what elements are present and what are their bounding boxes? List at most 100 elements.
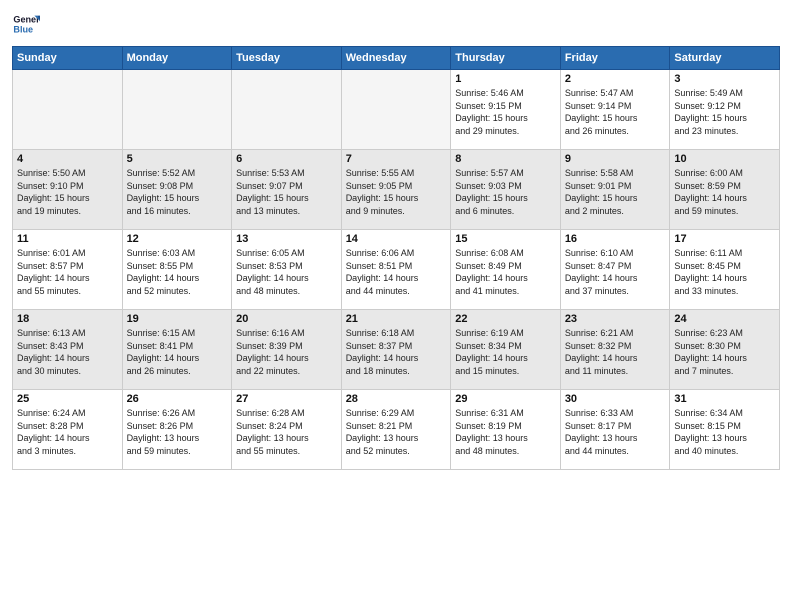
day-number: 10 [674, 153, 775, 165]
day-number: 20 [236, 313, 337, 325]
day-info: Sunrise: 6:06 AM Sunset: 8:51 PM Dayligh… [346, 247, 447, 297]
calendar-cell: 25 Sunrise: 6:24 AM Sunset: 8:28 PM Dayli… [13, 390, 123, 470]
calendar-cell: 16Sunrise: 6:10 AM Sunset: 8:47 PM Dayli… [560, 230, 670, 310]
calendar-cell [341, 70, 451, 150]
calendar-cell: 27 Sunrise: 6:28 AM Sunset: 8:24 PM Dayli… [232, 390, 342, 470]
day-info: Sunrise: 5:55 AM Sunset: 9:05 PM Dayligh… [346, 167, 447, 217]
day-info: Sunrise: 6:11 AM Sunset: 8:45 PM Dayligh… [674, 247, 775, 297]
day-number: 3 [674, 73, 775, 85]
calendar-cell: 3 Sunrise: 5:49 AM Sunset: 9:12 PM Daylig… [670, 70, 780, 150]
day-info: Sunrise: 6:13 AM Sunset: 8:43 PM Dayligh… [17, 327, 118, 377]
calendar-week-row: 4 Sunrise: 5:50 AM Sunset: 9:10 PM Daylig… [13, 150, 780, 230]
day-info: Sunrise: 6:18 AM Sunset: 8:37 PM Dayligh… [346, 327, 447, 377]
day-info: Sunrise: 6:34 AM Sunset: 8:15 PM Dayligh… [674, 407, 775, 457]
calendar-cell: 13 Sunrise: 6:05 AM Sunset: 8:53 PM Dayli… [232, 230, 342, 310]
calendar-cell: 12Sunrise: 6:03 AM Sunset: 8:55 PM Dayli… [122, 230, 232, 310]
day-info: Sunrise: 6:19 AM Sunset: 8:34 PM Dayligh… [455, 327, 556, 377]
calendar-cell: 8 Sunrise: 5:57 AM Sunset: 9:03 PM Daylig… [451, 150, 561, 230]
day-number: 11 [17, 233, 118, 245]
calendar-cell [232, 70, 342, 150]
day-info: Sunrise: 6:29 AM Sunset: 8:21 PM Dayligh… [346, 407, 447, 457]
day-of-week-header: Tuesday [232, 47, 342, 70]
day-number: 8 [455, 153, 556, 165]
day-of-week-header: Saturday [670, 47, 780, 70]
day-info: Sunrise: 6:10 AM Sunset: 8:47 PM Dayligh… [565, 247, 666, 297]
day-info: Sunrise: 6:28 AM Sunset: 8:24 PM Dayligh… [236, 407, 337, 457]
day-number: 19 [127, 313, 228, 325]
day-info: Sunrise: 6:03 AM Sunset: 8:55 PM Dayligh… [127, 247, 228, 297]
page-container: General Blue SundayMondayTuesdayWednesda… [0, 0, 792, 480]
day-number: 24 [674, 313, 775, 325]
calendar-week-row: 1Sunrise: 5:46 AM Sunset: 9:15 PM Daylig… [13, 70, 780, 150]
day-info: Sunrise: 6:26 AM Sunset: 8:26 PM Dayligh… [127, 407, 228, 457]
day-number: 14 [346, 233, 447, 245]
calendar-cell: 15 Sunrise: 6:08 AM Sunset: 8:49 PM Dayli… [451, 230, 561, 310]
day-info: Sunrise: 6:23 AM Sunset: 8:30 PM Dayligh… [674, 327, 775, 377]
day-info: Sunrise: 6:24 AM Sunset: 8:28 PM Dayligh… [17, 407, 118, 457]
calendar-cell: 6Sunrise: 5:53 AM Sunset: 9:07 PM Daylig… [232, 150, 342, 230]
day-number: 6 [236, 153, 337, 165]
calendar-header-row: SundayMondayTuesdayWednesdayThursdayFrid… [13, 47, 780, 70]
day-number: 25 [17, 393, 118, 405]
day-number: 17 [674, 233, 775, 245]
day-number: 27 [236, 393, 337, 405]
svg-text:Blue: Blue [13, 24, 33, 34]
day-number: 21 [346, 313, 447, 325]
day-of-week-header: Sunday [13, 47, 123, 70]
logo: General Blue [12, 10, 44, 38]
day-number: 13 [236, 233, 337, 245]
day-of-week-header: Wednesday [341, 47, 451, 70]
day-number: 22 [455, 313, 556, 325]
day-number: 4 [17, 153, 118, 165]
day-number: 7 [346, 153, 447, 165]
calendar-cell: 28Sunrise: 6:29 AM Sunset: 8:21 PM Dayli… [341, 390, 451, 470]
calendar-cell: 24 Sunrise: 6:23 AM Sunset: 8:30 PM Dayli… [670, 310, 780, 390]
calendar-cell: 26 Sunrise: 6:26 AM Sunset: 8:26 PM Dayli… [122, 390, 232, 470]
day-info: Sunrise: 5:58 AM Sunset: 9:01 PM Dayligh… [565, 167, 666, 217]
calendar-cell [13, 70, 123, 150]
calendar-cell: 11Sunrise: 6:01 AM Sunset: 8:57 PM Dayli… [13, 230, 123, 310]
day-info: Sunrise: 5:49 AM Sunset: 9:12 PM Dayligh… [674, 87, 775, 137]
calendar-week-row: 18 Sunrise: 6:13 AM Sunset: 8:43 PM Dayli… [13, 310, 780, 390]
day-info: Sunrise: 6:00 AM Sunset: 8:59 PM Dayligh… [674, 167, 775, 217]
calendar-week-row: 11Sunrise: 6:01 AM Sunset: 8:57 PM Dayli… [13, 230, 780, 310]
calendar-cell: 5Sunrise: 5:52 AM Sunset: 9:08 PM Daylig… [122, 150, 232, 230]
calendar-cell: 19 Sunrise: 6:15 AM Sunset: 8:41 PM Dayli… [122, 310, 232, 390]
logo-icon: General Blue [12, 10, 40, 38]
day-info: Sunrise: 6:05 AM Sunset: 8:53 PM Dayligh… [236, 247, 337, 297]
calendar-cell: 21 Sunrise: 6:18 AM Sunset: 8:37 PM Dayli… [341, 310, 451, 390]
day-of-week-header: Monday [122, 47, 232, 70]
calendar-cell: 18 Sunrise: 6:13 AM Sunset: 8:43 PM Dayli… [13, 310, 123, 390]
calendar-cell: 31 Sunrise: 6:34 AM Sunset: 8:15 PM Dayli… [670, 390, 780, 470]
day-number: 26 [127, 393, 228, 405]
day-number: 15 [455, 233, 556, 245]
calendar-cell: 29 Sunrise: 6:31 AM Sunset: 8:19 PM Dayli… [451, 390, 561, 470]
day-number: 18 [17, 313, 118, 325]
calendar-cell: 9 Sunrise: 5:58 AM Sunset: 9:01 PM Daylig… [560, 150, 670, 230]
day-number: 1 [455, 73, 556, 85]
day-info: Sunrise: 6:08 AM Sunset: 8:49 PM Dayligh… [455, 247, 556, 297]
calendar-cell: 14 Sunrise: 6:06 AM Sunset: 8:51 PM Dayli… [341, 230, 451, 310]
day-info: Sunrise: 6:16 AM Sunset: 8:39 PM Dayligh… [236, 327, 337, 377]
calendar-cell: 1Sunrise: 5:46 AM Sunset: 9:15 PM Daylig… [451, 70, 561, 150]
day-info: Sunrise: 6:15 AM Sunset: 8:41 PM Dayligh… [127, 327, 228, 377]
day-number: 31 [674, 393, 775, 405]
day-number: 29 [455, 393, 556, 405]
calendar-cell: 7 Sunrise: 5:55 AM Sunset: 9:05 PM Daylig… [341, 150, 451, 230]
day-of-week-header: Thursday [451, 47, 561, 70]
calendar-cell: 30 Sunrise: 6:33 AM Sunset: 8:17 PM Dayli… [560, 390, 670, 470]
day-info: Sunrise: 5:50 AM Sunset: 9:10 PM Dayligh… [17, 167, 118, 217]
day-info: Sunrise: 5:47 AM Sunset: 9:14 PM Dayligh… [565, 87, 666, 137]
calendar-cell: 2 Sunrise: 5:47 AM Sunset: 9:14 PM Daylig… [560, 70, 670, 150]
calendar-cell: 4 Sunrise: 5:50 AM Sunset: 9:10 PM Daylig… [13, 150, 123, 230]
day-info: Sunrise: 6:31 AM Sunset: 8:19 PM Dayligh… [455, 407, 556, 457]
day-number: 5 [127, 153, 228, 165]
calendar-cell: 20 Sunrise: 6:16 AM Sunset: 8:39 PM Dayli… [232, 310, 342, 390]
day-number: 2 [565, 73, 666, 85]
calendar-week-row: 25 Sunrise: 6:24 AM Sunset: 8:28 PM Dayli… [13, 390, 780, 470]
day-number: 9 [565, 153, 666, 165]
day-number: 30 [565, 393, 666, 405]
day-info: Sunrise: 5:57 AM Sunset: 9:03 PM Dayligh… [455, 167, 556, 217]
calendar-table: SundayMondayTuesdayWednesdayThursdayFrid… [12, 46, 780, 470]
day-info: Sunrise: 6:33 AM Sunset: 8:17 PM Dayligh… [565, 407, 666, 457]
